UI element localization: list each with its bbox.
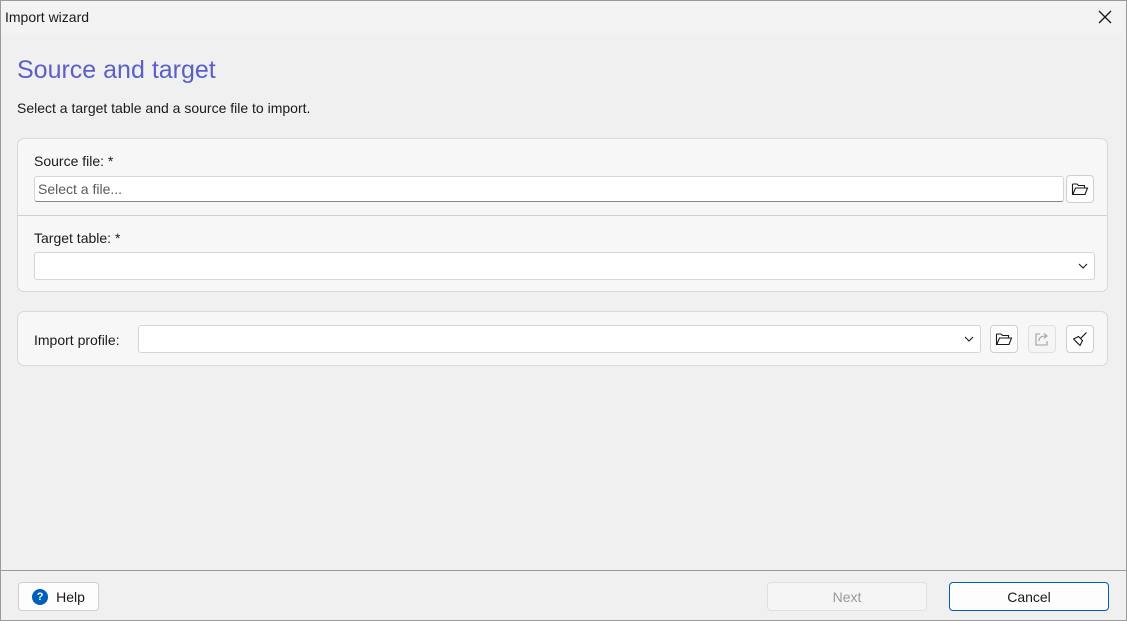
- browse-source-button[interactable]: [1066, 175, 1094, 203]
- page-title: Source and target: [17, 56, 216, 84]
- next-button-label: Next: [832, 588, 862, 605]
- broom-icon: [1072, 332, 1087, 347]
- help-icon: ?: [32, 588, 49, 605]
- page-subtitle: Select a target table and a source file …: [17, 100, 311, 116]
- source-file-label: Source file: *: [34, 153, 114, 169]
- source-target-card: Source file: * Target table: *: [17, 138, 1108, 292]
- chevron-down-icon: [964, 336, 974, 342]
- import-wizard-window: Import wizard Source and target Select a…: [0, 0, 1127, 621]
- help-button[interactable]: ? Help: [18, 582, 99, 611]
- export-profile-button[interactable]: [1028, 325, 1056, 353]
- cancel-button[interactable]: Cancel: [949, 582, 1109, 611]
- help-button-label: Help: [56, 588, 85, 605]
- load-profile-button[interactable]: [990, 325, 1018, 353]
- source-file-input[interactable]: [34, 176, 1064, 202]
- target-table-dropdown[interactable]: [34, 252, 1095, 280]
- import-profile-dropdown[interactable]: [138, 325, 981, 353]
- target-table-label: Target table: *: [34, 230, 121, 246]
- share-icon: [1035, 333, 1048, 346]
- folder-open-icon: [1071, 183, 1089, 196]
- title-bar: Import wizard: [1, 1, 1126, 33]
- window-title: Import wizard: [5, 9, 90, 25]
- close-button[interactable]: [1084, 1, 1126, 33]
- next-button[interactable]: Next: [767, 582, 927, 611]
- chevron-down-icon: [1078, 263, 1088, 269]
- close-icon: [1098, 10, 1112, 24]
- card-divider: [18, 215, 1107, 216]
- import-profile-label: Import profile:: [34, 332, 120, 348]
- import-profile-card: Import profile:: [17, 311, 1108, 366]
- clear-profile-button[interactable]: [1066, 325, 1094, 353]
- cancel-button-label: Cancel: [1007, 588, 1051, 605]
- footer-divider: [1, 570, 1126, 571]
- folder-open-icon: [995, 333, 1013, 346]
